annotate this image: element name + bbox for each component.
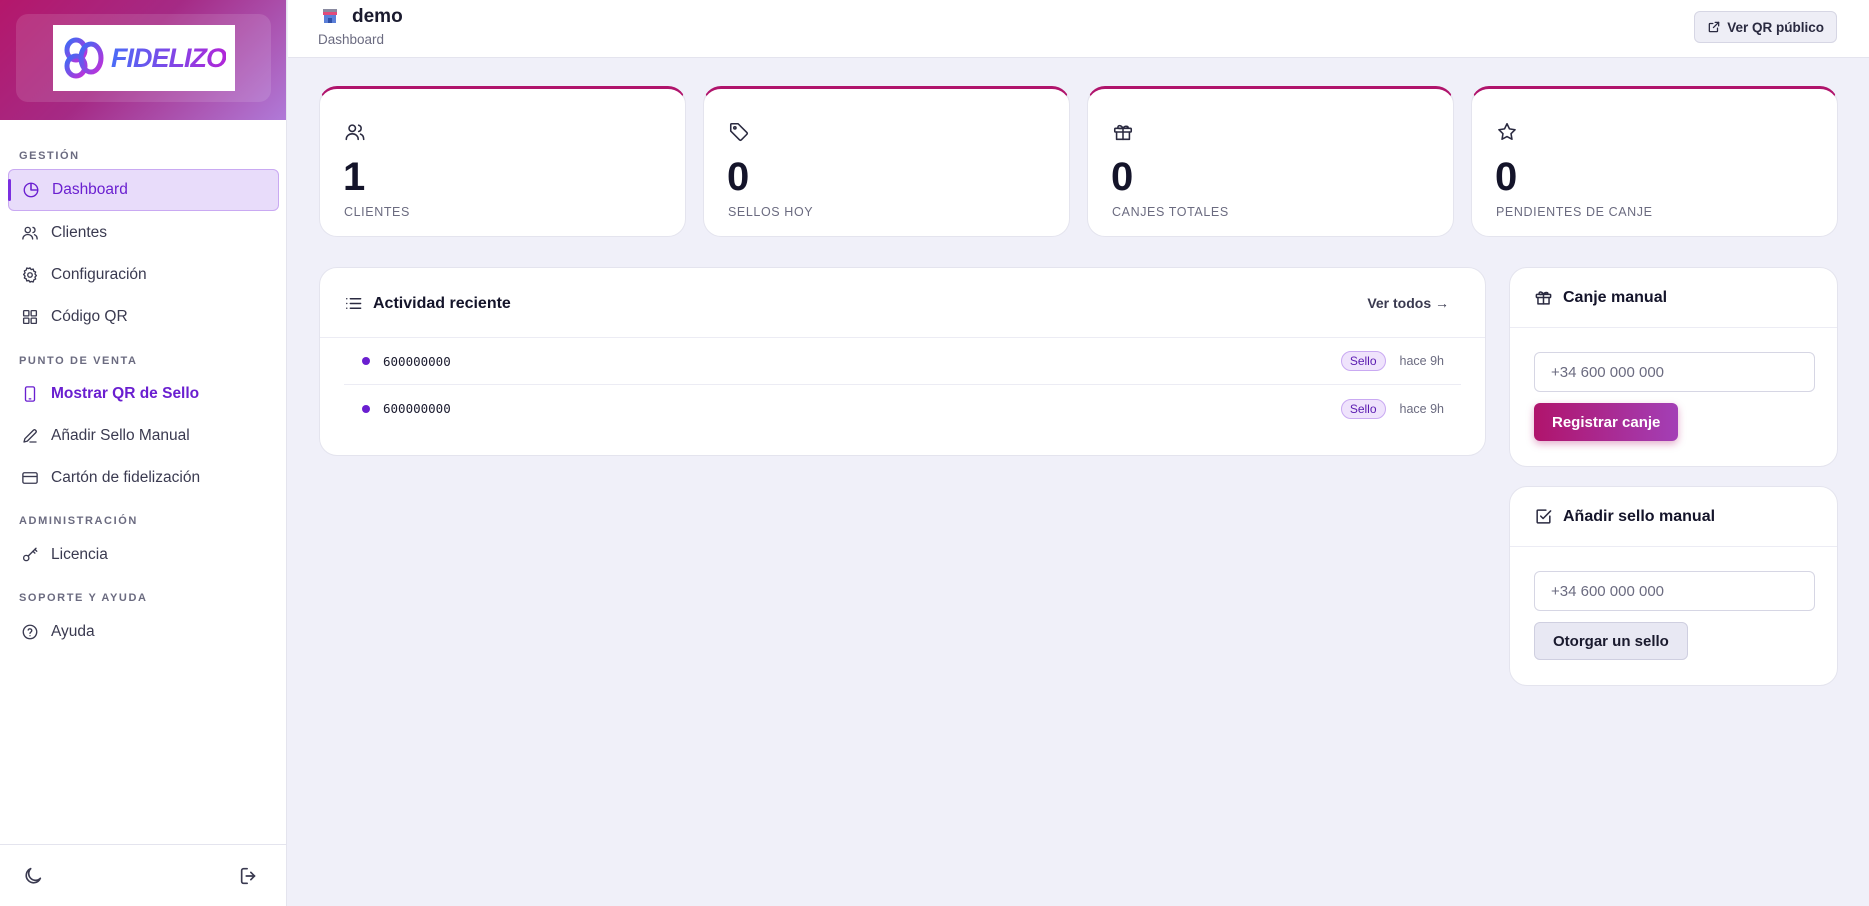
sidebar: FIDELIZO GESTIÓN Dashboard Clientes Conf… <box>0 0 287 906</box>
sidebar-item-label: Dashboard <box>52 181 128 198</box>
sidebar-item-label: Añadir Sello Manual <box>51 427 190 444</box>
users-icon <box>22 226 38 240</box>
logo[interactable]: FIDELIZO <box>52 25 235 91</box>
activity-title: Actividad reciente <box>344 294 511 313</box>
activity-title-text: Actividad reciente <box>373 294 511 312</box>
list-icon <box>346 298 362 309</box>
anadir-sello-panel: Añadir sello manual Otorgar un sello <box>1509 486 1838 686</box>
stat-card-sellos-hoy: 0 SELLOS HOY <box>703 86 1070 237</box>
card-icon <box>22 472 38 484</box>
pencil-icon <box>23 429 37 443</box>
sidebar-item-label: Ayuda <box>51 623 95 640</box>
store-icon <box>323 9 337 23</box>
stat-value: 0 <box>1495 155 1518 199</box>
users-icon <box>345 124 365 141</box>
anadir-sello-title-text: Añadir sello manual <box>1563 507 1716 525</box>
ver-todos-link[interactable]: Ver todos → <box>1367 295 1449 311</box>
moon-icon[interactable] <box>22 865 44 887</box>
sidebar-item-label: Clientes <box>51 224 107 241</box>
sidebar-item-codigo-qr[interactable]: Código QR <box>8 296 279 338</box>
qr-grid-icon <box>22 309 38 325</box>
activity-row[interactable]: 600000000 Sello hace 9h <box>344 385 1461 432</box>
stat-value: 1 <box>343 155 366 199</box>
gift-icon <box>1535 291 1552 305</box>
stat-card-clientes: 1 CLIENTES <box>319 86 686 237</box>
status-dot <box>362 357 370 365</box>
status-badge: Sello <box>1340 398 1386 419</box>
activity-panel: Actividad reciente Ver todos → 600000000… <box>319 267 1486 456</box>
sidebar-footer <box>0 844 286 906</box>
canje-phone-input[interactable] <box>1534 352 1815 392</box>
sidebar-item-clientes[interactable]: Clientes <box>8 212 279 254</box>
ver-qr-publico-button[interactable]: Ver QR público <box>1694 11 1837 43</box>
sidebar-item-label: Configuración <box>51 266 147 283</box>
gift-icon <box>1113 124 1133 141</box>
canje-manual-title-text: Canje manual <box>1563 288 1668 306</box>
external-link-icon <box>1708 21 1720 33</box>
stat-card-pendientes: 0 PENDIENTES DE CANJE <box>1471 86 1838 237</box>
sidebar-item-anadir-sello[interactable]: Añadir Sello Manual <box>8 415 279 457</box>
brand-logo-frame: FIDELIZO <box>16 14 271 102</box>
phone-icon <box>24 386 36 402</box>
canje-manual-title: Canje manual <box>1534 288 1667 307</box>
divider <box>1510 327 1837 328</box>
otorgar-sello-button[interactable]: Otorgar un sello <box>1534 622 1688 660</box>
activity-time: hace 9h <box>1399 401 1444 416</box>
stat-value: 0 <box>727 155 750 199</box>
help-circle-icon <box>22 624 38 640</box>
key-icon <box>22 547 38 562</box>
nav-section-administracion: ADMINISTRACIÓN <box>19 515 138 527</box>
activity-phone: 600000000 <box>383 401 451 416</box>
stat-label: PENDIENTES DE CANJE <box>1496 205 1653 219</box>
sello-phone-input[interactable] <box>1534 571 1815 611</box>
nav-section-punto-de-venta: PUNTO DE VENTA <box>19 355 138 367</box>
stat-card-canjes-totales: 0 CANJES TOTALES <box>1087 86 1454 237</box>
brand-header: FIDELIZO <box>0 0 286 120</box>
stat-label: CLIENTES <box>344 205 410 219</box>
sidebar-item-configuracion[interactable]: Configuración <box>8 254 279 296</box>
anadir-sello-title: Añadir sello manual <box>1534 507 1715 526</box>
gear-icon <box>22 267 38 283</box>
status-dot <box>362 404 370 413</box>
sidebar-item-mostrar-qr[interactable]: Mostrar QR de Sello <box>8 373 279 415</box>
canje-manual-panel: Canje manual Registrar canje <box>1509 267 1838 467</box>
activity-row[interactable]: 600000000 Sello hace 9h <box>344 338 1461 385</box>
top-header: demo Dashboard Ver QR público <box>288 0 1869 58</box>
activity-phone: 600000000 <box>383 353 451 369</box>
sidebar-item-carton[interactable]: Cartón de fidelización <box>8 457 279 499</box>
nav-section-gestion: GESTIÓN <box>19 150 80 162</box>
sidebar-item-dashboard[interactable]: Dashboard <box>8 169 279 211</box>
stat-value: 0 <box>1111 155 1134 199</box>
registrar-canje-button[interactable]: Registrar canje <box>1534 403 1679 441</box>
logout-icon[interactable] <box>238 865 260 887</box>
sidebar-item-label: Cartón de fidelización <box>51 469 201 486</box>
logo-infinity-icon <box>64 37 104 79</box>
checkbox-icon <box>1536 509 1552 524</box>
stat-label: CANJES TOTALES <box>1112 205 1229 219</box>
breadcrumb: Dashboard <box>318 32 385 47</box>
activity-time: hace 9h <box>1399 354 1444 368</box>
sidebar-item-label: Mostrar QR de Sello <box>51 385 200 402</box>
nav-section-soporte: SOPORTE Y AYUDA <box>19 592 148 604</box>
page-title: demo <box>352 6 403 27</box>
star-icon <box>1498 122 1516 141</box>
tag-icon <box>729 122 748 141</box>
sidebar-item-ayuda[interactable]: Ayuda <box>8 611 279 653</box>
sidebar-item-label: Licencia <box>51 546 108 563</box>
sidebar-item-label: Código QR <box>51 308 128 325</box>
pie-chart-icon <box>23 182 39 198</box>
ver-qr-publico-label: Ver QR público <box>1727 19 1824 35</box>
logo-text: FIDELIZO <box>111 42 227 73</box>
divider <box>1510 546 1837 547</box>
stat-label: SELLOS HOY <box>728 205 814 219</box>
sidebar-item-licencia[interactable]: Licencia <box>8 534 279 576</box>
status-badge: Sello <box>1340 351 1386 371</box>
